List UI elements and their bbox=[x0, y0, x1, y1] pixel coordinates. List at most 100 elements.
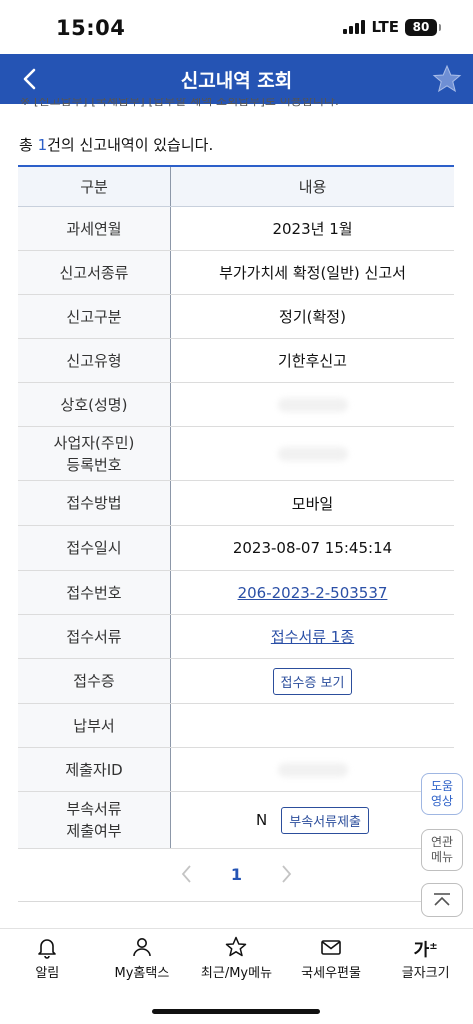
help-video-label: 도움 영상 bbox=[431, 779, 453, 809]
table-row: 신고구분 정기(확정) bbox=[18, 295, 454, 339]
battery-icon: 80 bbox=[405, 18, 441, 36]
help-video-line2: 영상 bbox=[430, 794, 454, 808]
redacted-value bbox=[171, 383, 454, 426]
next-page-button[interactable] bbox=[276, 860, 296, 888]
notice-text: ※ [신고납부] [국세납부] [납부할 세액 조회납부]로 이용합니다. bbox=[20, 98, 460, 112]
receipt-docs-link[interactable]: 접수서류 1종 bbox=[271, 626, 354, 647]
header-content: 내용 bbox=[171, 167, 454, 206]
summary-suffix: 건의 신고내역이 있습니다. bbox=[47, 136, 214, 154]
redacted-value bbox=[171, 427, 454, 480]
favorite-button[interactable] bbox=[431, 63, 463, 95]
table-row: 납부서 bbox=[18, 704, 454, 748]
row-value: 접수증 보기 bbox=[171, 659, 454, 703]
notice-text-content: ※ [신고납부] [국세납부] [납부할 세액 조회납부]로 이용합니다. bbox=[20, 98, 339, 108]
table-row: 접수서류 접수서류 1종 bbox=[18, 615, 454, 659]
row-label: 신고유형 bbox=[18, 339, 171, 382]
row-label: 접수방법 bbox=[18, 481, 171, 525]
content-divider bbox=[18, 901, 454, 902]
receipt-number-link[interactable]: 206-2023-2-503537 bbox=[238, 584, 388, 602]
result-count: 1 bbox=[37, 136, 48, 154]
star-icon bbox=[432, 64, 462, 93]
attached-docs-status: N bbox=[256, 811, 268, 829]
page-title: 신고내역 조회 bbox=[180, 70, 293, 92]
row-value: 부가가치세 확정(일반) 신고서 bbox=[219, 264, 406, 282]
page-number-current[interactable]: 1 bbox=[231, 865, 242, 884]
redaction-blur bbox=[277, 762, 348, 777]
table-row: 접수일시 2023-08-07 15:45:14 bbox=[18, 526, 454, 571]
table-row: 접수방법 모바일 bbox=[18, 481, 454, 526]
nav-font-size-label: 글자크기 bbox=[401, 966, 450, 981]
row-value: 기한후신고 bbox=[277, 352, 347, 370]
prev-page-button[interactable] bbox=[177, 860, 197, 888]
chevron-right-icon bbox=[282, 865, 292, 883]
table-row: 과세연월 2023년 1월 bbox=[18, 207, 454, 251]
status-bar: 15:04 LTE 80 bbox=[0, 0, 473, 54]
redaction-blur bbox=[277, 446, 348, 461]
row-label: 신고구분 bbox=[18, 295, 171, 338]
related-menu-label: 연관 메뉴 bbox=[431, 835, 453, 865]
home-indicator bbox=[152, 1009, 320, 1014]
nav-recent-menu-label: 최근/My메뉴 bbox=[200, 966, 273, 981]
report-table: 구분 내용 과세연월 2023년 1월 신고서종류 부가가치세 확정(일반) 신… bbox=[18, 165, 454, 849]
row-value: 정기(확정) bbox=[279, 308, 346, 326]
bell-icon bbox=[38, 939, 57, 959]
battery-level: 80 bbox=[412, 19, 430, 34]
table-row: 상호(성명) bbox=[18, 383, 454, 427]
chevron-left-icon bbox=[181, 865, 191, 883]
row-value: 2023년 1월 bbox=[272, 220, 353, 238]
table-row: 부속서류 제출여부 N 부속서류제출 bbox=[18, 792, 454, 849]
row-label: 과세연월 bbox=[18, 207, 171, 250]
envelope-icon bbox=[321, 940, 341, 955]
row-value: N 부속서류제출 bbox=[171, 792, 454, 848]
table-row: 접수번호 206-2023-2-503537 bbox=[18, 571, 454, 615]
row-label: 상호(성명) bbox=[18, 383, 171, 426]
related-menu-line1: 연관 bbox=[430, 835, 454, 849]
view-receipt-cert-button[interactable]: 접수증 보기 bbox=[272, 667, 353, 695]
table-row: 제출자ID bbox=[18, 748, 454, 792]
nav-my-hometax-label: My홈택스 bbox=[114, 966, 170, 981]
header-category: 구분 bbox=[18, 167, 171, 206]
row-value: 모바일 bbox=[291, 494, 334, 513]
page-header: 신고내역 조회 bbox=[0, 54, 473, 104]
row-value: 접수서류 1종 bbox=[171, 615, 454, 658]
scroll-top-button[interactable] bbox=[421, 883, 463, 917]
star-outline-icon bbox=[226, 936, 247, 957]
font-size-icon: 가± bbox=[413, 940, 438, 961]
submit-attached-docs-button[interactable]: 부속서류제출 bbox=[281, 806, 369, 834]
scroll-top-icon bbox=[434, 893, 450, 906]
row-label: 접수증 bbox=[18, 659, 171, 703]
row-label: 접수일시 bbox=[18, 526, 171, 570]
help-video-line1: 도움 bbox=[430, 779, 454, 793]
nav-alerts-label: 알림 bbox=[35, 966, 60, 981]
summary-prefix: 총 bbox=[19, 136, 38, 154]
row-label: 부속서류 제출여부 bbox=[18, 792, 171, 848]
nav-tax-mail[interactable]: 국세우편물 bbox=[284, 929, 379, 990]
row-value-empty bbox=[171, 704, 454, 747]
status-indicators: LTE 80 bbox=[343, 18, 441, 36]
result-summary: 총 1건의 신고내역이 있습니다. bbox=[19, 134, 213, 155]
row-label: 제출자ID bbox=[18, 748, 171, 791]
table-row: 신고서종류 부가가치세 확정(일반) 신고서 bbox=[18, 251, 454, 295]
row-label-line2: 등록번호 bbox=[66, 455, 122, 474]
row-value: 206-2023-2-503537 bbox=[171, 571, 454, 614]
table-row: 사업자(주민) 등록번호 bbox=[18, 427, 454, 481]
related-menu-line2: 메뉴 bbox=[430, 850, 454, 864]
person-icon bbox=[133, 938, 151, 957]
font-size-icon-glyph: 가 bbox=[413, 940, 430, 961]
row-label-line1: 사업자(주민) bbox=[53, 433, 135, 452]
help-video-button[interactable]: 도움 영상 bbox=[421, 773, 463, 815]
row-label-line2: 제출여부 bbox=[66, 822, 122, 840]
nav-recent-menu[interactable]: 최근/My메뉴 bbox=[189, 929, 284, 990]
pagination: 1 bbox=[0, 858, 473, 890]
nav-my-hometax[interactable]: My홈택스 bbox=[95, 929, 190, 990]
nav-alerts[interactable]: 알림 bbox=[0, 929, 95, 990]
redacted-value bbox=[171, 748, 454, 791]
table-header-row: 구분 내용 bbox=[18, 167, 454, 207]
table-row: 접수증 접수증 보기 bbox=[18, 659, 454, 704]
related-menu-button[interactable]: 연관 메뉴 bbox=[421, 829, 463, 871]
nav-font-size[interactable]: 가± 글자크기 bbox=[378, 929, 473, 990]
row-label-line1: 부속서류 bbox=[66, 800, 122, 818]
row-value: 2023-08-07 15:45:14 bbox=[232, 539, 393, 557]
redaction-blur bbox=[277, 397, 348, 412]
row-label: 접수서류 bbox=[18, 615, 171, 658]
